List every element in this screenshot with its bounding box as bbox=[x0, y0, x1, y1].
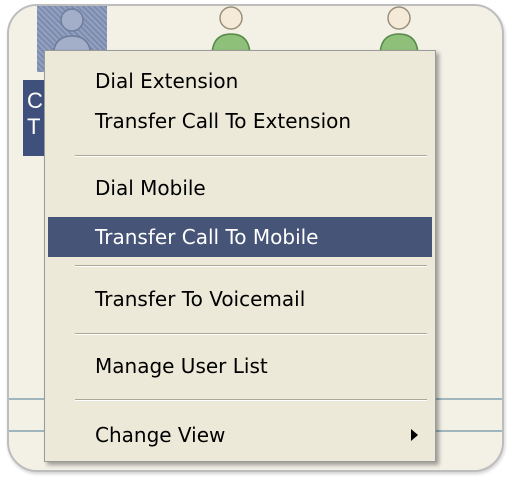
user-icon[interactable] bbox=[377, 4, 421, 56]
menu-separator bbox=[75, 265, 427, 267]
menu-item-label: Dial Extension bbox=[95, 69, 239, 93]
menu-item-label: Change View bbox=[95, 423, 226, 447]
menu-item-transfer-call-to-mobile[interactable]: Transfer Call To Mobile bbox=[48, 217, 432, 257]
context-menu: Dial Extension Transfer Call To Extensio… bbox=[44, 50, 436, 462]
submenu-arrow-icon bbox=[411, 429, 418, 441]
menu-item-manage-user-list[interactable]: Manage User List bbox=[48, 346, 432, 386]
menu-separator bbox=[75, 399, 427, 401]
menu-item-label: Dial Mobile bbox=[95, 176, 206, 200]
menu-item-label: Transfer To Voicemail bbox=[95, 287, 306, 311]
menu-item-label: Transfer Call To Extension bbox=[95, 109, 352, 133]
menu-item-dial-mobile[interactable]: Dial Mobile bbox=[48, 168, 432, 208]
menu-item-label: Manage User List bbox=[95, 354, 268, 378]
menu-item-label: Transfer Call To Mobile bbox=[95, 225, 319, 249]
menu-item-change-view[interactable]: Change View bbox=[48, 415, 432, 455]
menu-separator bbox=[75, 155, 427, 157]
menu-item-transfer-call-to-extension[interactable]: Transfer Call To Extension bbox=[48, 101, 432, 141]
menu-separator bbox=[75, 333, 427, 335]
menu-item-transfer-to-voicemail[interactable]: Transfer To Voicemail bbox=[48, 279, 432, 319]
user-icon[interactable] bbox=[209, 4, 253, 56]
menu-item-dial-extension[interactable]: Dial Extension bbox=[48, 61, 432, 101]
